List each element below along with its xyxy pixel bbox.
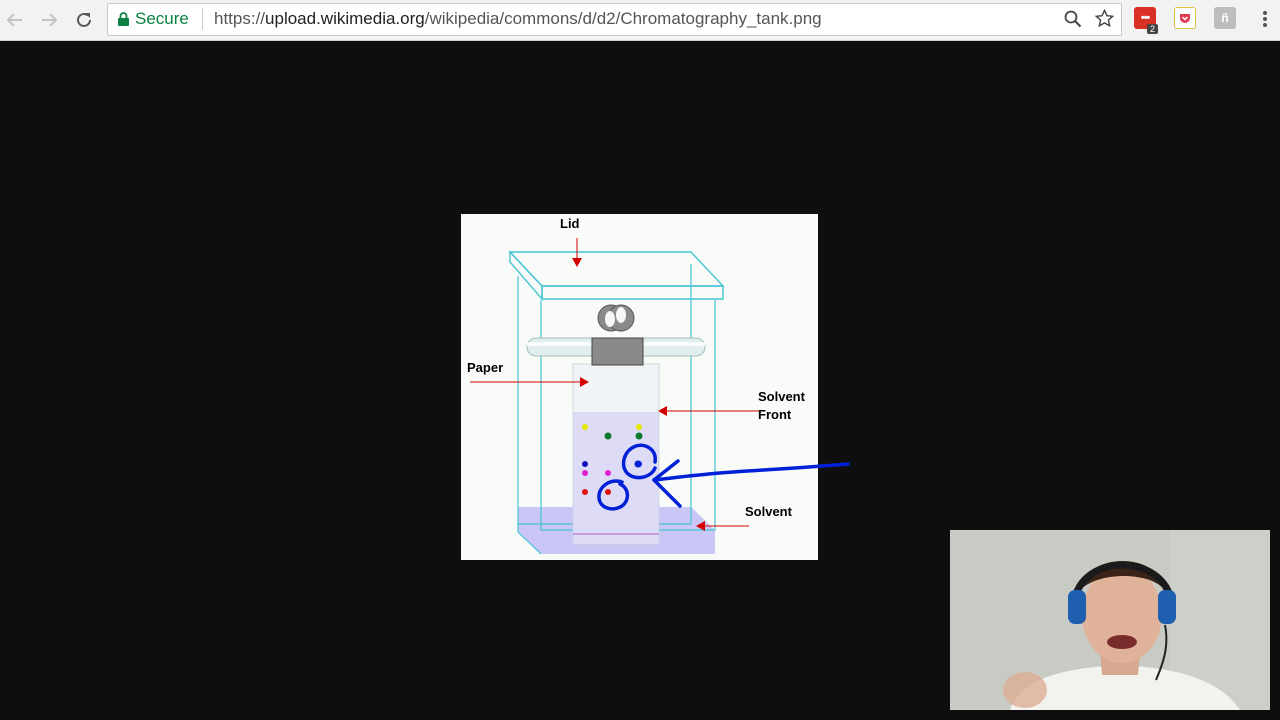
annotation-dot	[634, 460, 642, 468]
mouth	[1107, 635, 1137, 649]
headphone-right-cup	[1158, 590, 1176, 624]
annotation-circle-lower	[597, 479, 630, 511]
hand-blur	[1003, 672, 1047, 708]
webcam-person	[950, 530, 1270, 710]
headphone-left-cup	[1068, 590, 1086, 624]
webcam-overlay	[950, 530, 1270, 710]
annotation-arrow-shaft	[652, 462, 850, 482]
annotation-arrow-head	[652, 459, 682, 508]
